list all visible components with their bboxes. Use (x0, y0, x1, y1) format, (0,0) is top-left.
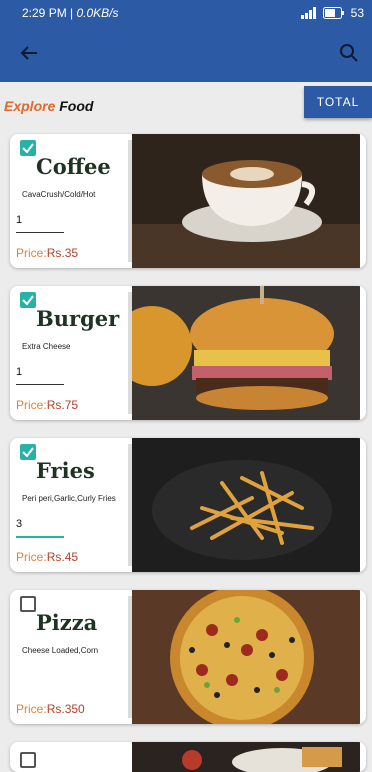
food-description: Extra Cheese (22, 342, 71, 351)
select-checkbox[interactable] (20, 596, 36, 612)
price: Price:Rs.75 (16, 398, 79, 412)
burger-image (132, 286, 360, 420)
back-arrow-icon[interactable] (18, 42, 40, 64)
explore-row: Explore Food TOTAL (0, 82, 372, 128)
search-icon[interactable] (338, 42, 360, 64)
status-time: 2:29 PM (22, 6, 67, 20)
total-button[interactable]: TOTAL (304, 86, 372, 118)
signal-icon (300, 7, 316, 19)
food-description: CavaCrush/Cold/Hot (22, 190, 96, 199)
food-name: Fries (36, 458, 95, 483)
price: Price:Rs.350 (16, 702, 85, 716)
food-card-fries: Fries Peri peri,Garlic,Curly Fries 3 Pri… (10, 438, 366, 572)
quantity-input[interactable]: 1 (16, 214, 64, 233)
food-card-partial (10, 742, 366, 772)
page-title: Explore Food (4, 98, 94, 114)
battery-percent: 53 (350, 6, 364, 20)
food-card-burger: Burger Extra Cheese 1 Price:Rs.75 (10, 286, 366, 420)
price: Price:Rs.45 (16, 550, 79, 564)
select-checkbox[interactable] (20, 444, 36, 460)
food-name: Burger (36, 306, 120, 331)
food-description: Peri peri,Garlic,Curly Fries (22, 494, 116, 503)
status-bar: 2:29 PM | 0.0KB/s 53 (0, 0, 372, 26)
battery-icon (322, 7, 344, 19)
coffee-image (132, 134, 360, 268)
quantity-input[interactable]: 1 (16, 366, 64, 385)
status-speed: 0.0KB/s (76, 6, 119, 20)
food-description: Cheese Loaded,Corn (22, 646, 99, 655)
quantity-input[interactable]: 3 (16, 518, 64, 538)
fries-image (132, 438, 360, 572)
select-checkbox[interactable] (20, 752, 36, 768)
food-card-coffee: Coffee CavaCrush/Cold/Hot 1 Price:Rs.35 (10, 134, 366, 268)
price: Price:Rs.35 (16, 246, 79, 260)
select-checkbox[interactable] (20, 292, 36, 308)
food-image (132, 742, 360, 772)
select-checkbox[interactable] (20, 140, 36, 156)
food-card-pizza: Pizza Cheese Loaded,Corn Price:Rs.350 (10, 590, 366, 724)
app-bar (0, 26, 372, 82)
food-name: Pizza (36, 610, 98, 635)
pizza-image (132, 590, 360, 724)
food-name: Coffee (36, 154, 111, 179)
